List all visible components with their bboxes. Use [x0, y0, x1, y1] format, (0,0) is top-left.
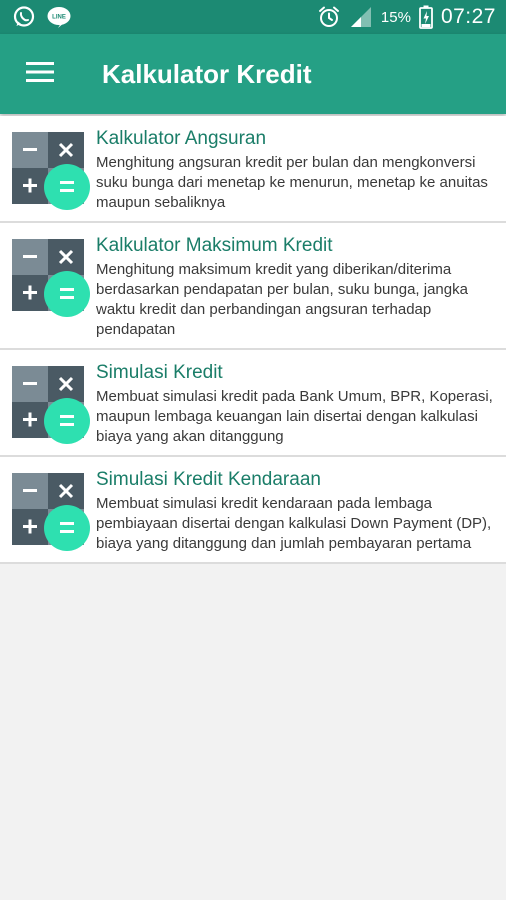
- list-item-text: Simulasi Kredit Kendaraan Membuat simula…: [96, 469, 500, 554]
- whatsapp-icon: [12, 5, 36, 29]
- clock-time: 07:27: [440, 5, 496, 28]
- list-item-kalkulator-maksimum-kredit[interactable]: Kalkulator Maksimum Kredit Menghitung ma…: [0, 223, 506, 350]
- calculator-list: Kalkulator Angsuran Menghitung angsuran …: [0, 116, 506, 564]
- list-item-text: Kalkulator Angsuran Menghitung angsuran …: [96, 128, 500, 213]
- list-item-title: Simulasi Kredit Kendaraan: [96, 469, 321, 490]
- list-item-description: Menghitung angsuran kredit per bulan dan…: [96, 154, 488, 211]
- calculator-icon: [12, 473, 92, 553]
- calculator-icon: [12, 132, 92, 212]
- app-bar: Kalkulator Kredit: [0, 34, 506, 114]
- list-item-simulasi-kredit[interactable]: Simulasi Kredit Membuat simulasi kredit …: [0, 350, 506, 457]
- status-bar-system: 15% 07:27: [317, 5, 506, 29]
- list-item-kalkulator-angsuran[interactable]: Kalkulator Angsuran Menghitung angsuran …: [0, 116, 506, 223]
- app-title: Kalkulator Kredit: [102, 58, 312, 89]
- calculator-icon: [12, 239, 92, 319]
- calculator-icon: [12, 366, 92, 446]
- list-item-title: Kalkulator Maksimum Kredit: [96, 235, 333, 256]
- svg-text:LINE: LINE: [52, 15, 66, 21]
- battery-charging-icon: [419, 5, 433, 29]
- list-item-title: Simulasi Kredit: [96, 362, 223, 383]
- list-item-text: Simulasi Kredit Membuat simulasi kredit …: [96, 362, 500, 447]
- list-item-simulasi-kredit-kendaraan[interactable]: Simulasi Kredit Kendaraan Membuat simula…: [0, 457, 506, 564]
- status-bar-notifications: LINE: [0, 5, 72, 29]
- line-icon: LINE: [46, 5, 72, 29]
- alarm-icon: [317, 5, 341, 29]
- menu-button[interactable]: [0, 34, 80, 114]
- list-item-description: Membuat simulasi kredit kendaraan pada l…: [96, 495, 492, 552]
- status-bar: LINE 15% 07:27: [0, 0, 506, 34]
- list-item-description: Membuat simulasi kredit pada Bank Umum, …: [96, 388, 493, 445]
- list-item-description: Menghitung maksimum kredit yang diberika…: [96, 261, 468, 338]
- menu-icon: [26, 61, 54, 88]
- list-item-title: Kalkulator Angsuran: [96, 128, 267, 149]
- list-item-text: Kalkulator Maksimum Kredit Menghitung ma…: [96, 235, 500, 340]
- battery-percent: 15%: [380, 8, 411, 26]
- signal-icon: [349, 6, 373, 28]
